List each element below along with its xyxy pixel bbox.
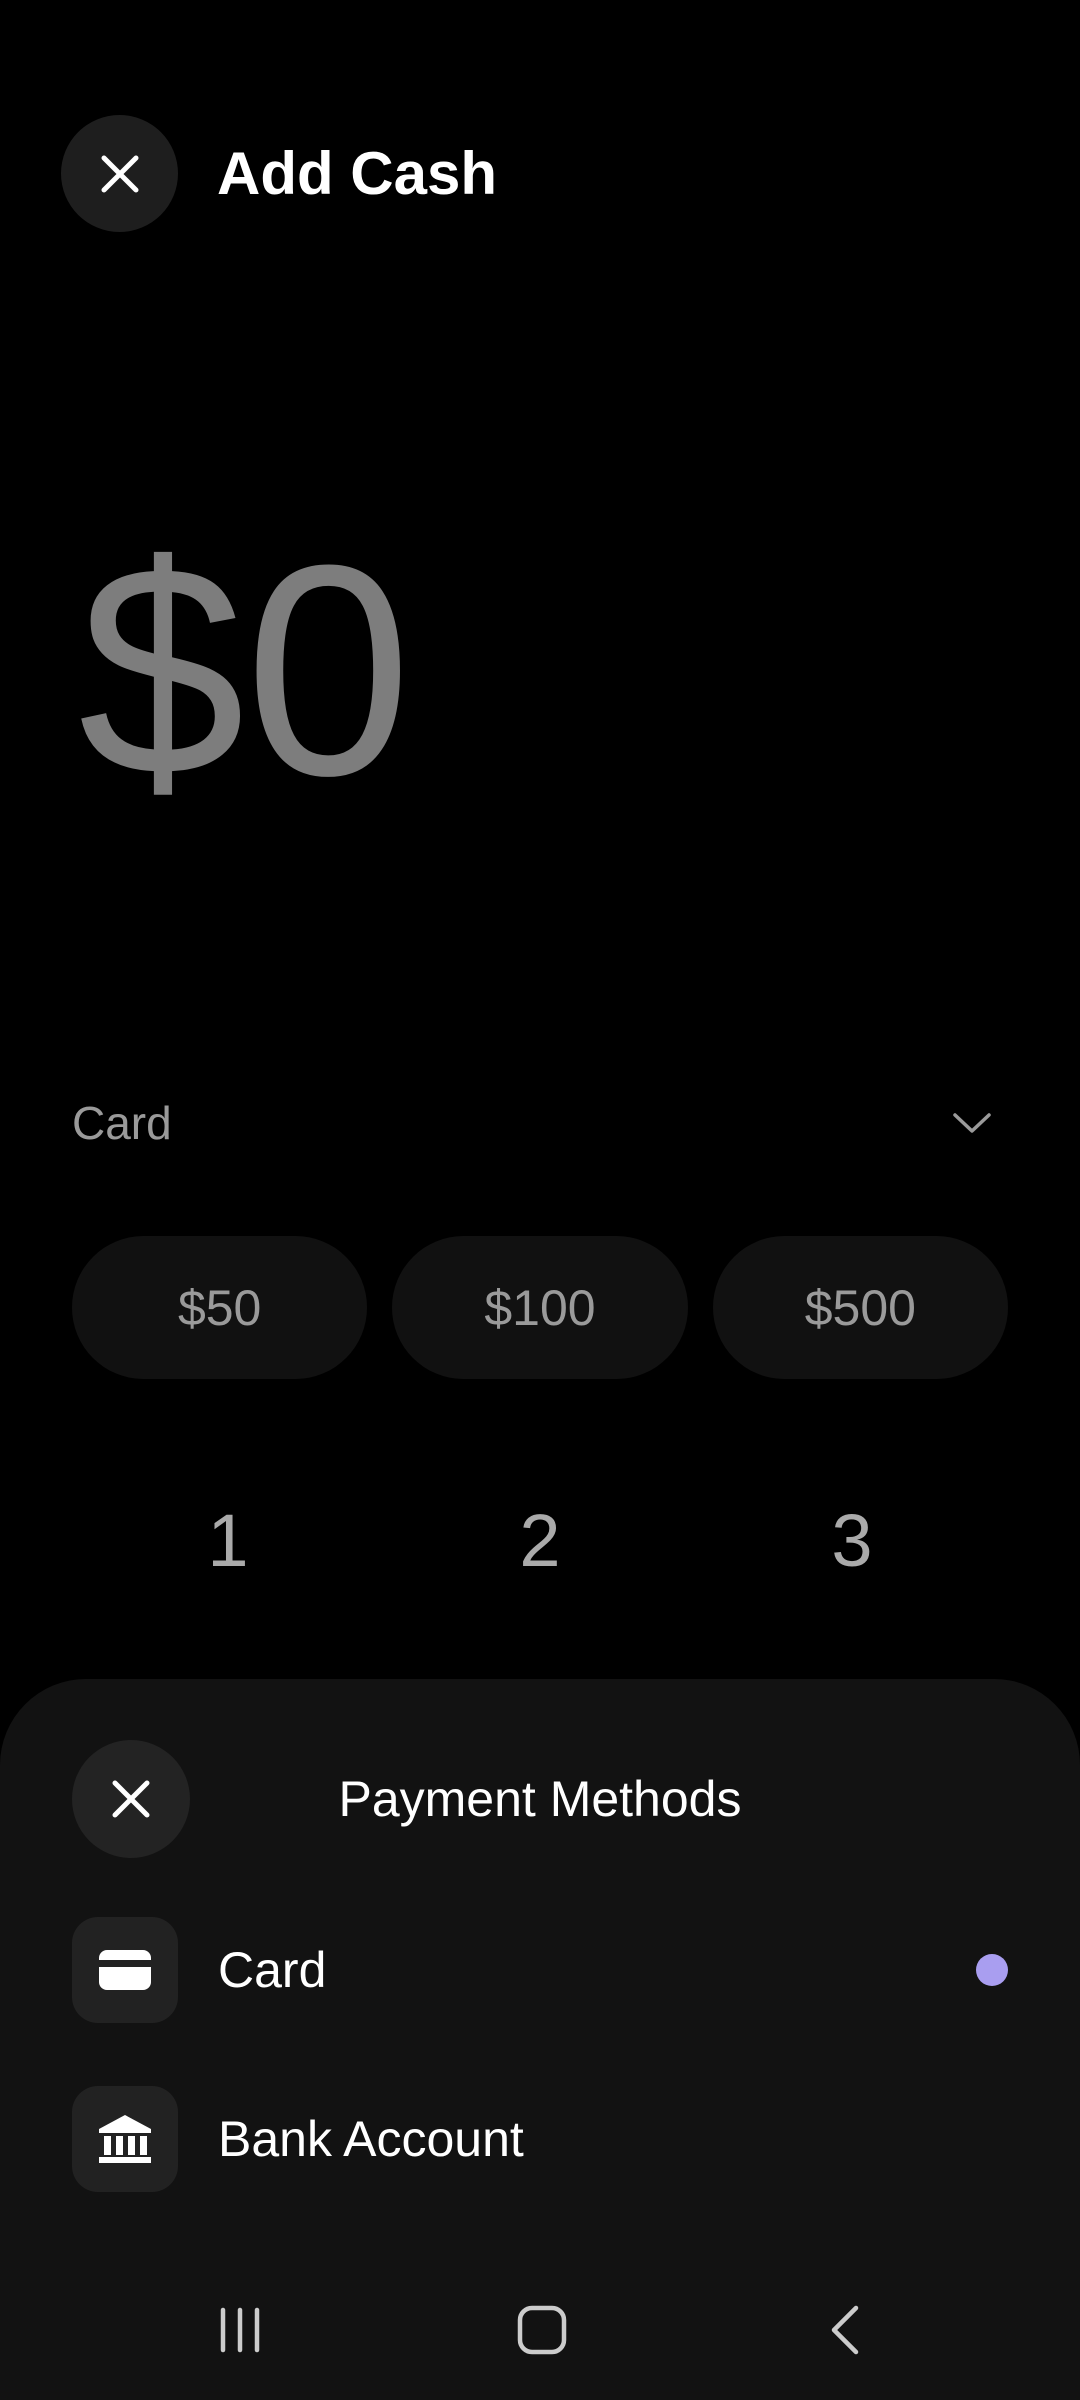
quick-amount-100-button[interactable]: $100 [392, 1236, 688, 1379]
quick-amount-50-button[interactable]: $50 [72, 1236, 368, 1379]
payment-option-bank-account[interactable]: Bank Account [72, 2085, 1008, 2193]
payment-method-selector[interactable]: Card [72, 1080, 1008, 1165]
keypad-key-1[interactable]: 1 [128, 1490, 328, 1590]
bank-icon [72, 2086, 178, 2192]
quick-amounts: $50 $100 $500 [72, 1236, 1008, 1379]
payment-method-label: Card [72, 1096, 172, 1149]
keypad-key-2[interactable]: 2 [440, 1490, 640, 1590]
system-nav-bar [0, 2270, 1080, 2390]
close-button[interactable] [61, 115, 178, 232]
credit-card-icon [72, 1917, 178, 2023]
close-icon [101, 155, 138, 192]
chevron-down-icon [948, 1099, 996, 1147]
selected-indicator [976, 1954, 1008, 1986]
keypad-key-3[interactable]: 3 [752, 1490, 952, 1590]
payment-methods-sheet: Payment Methods Card Bank Account [0, 1679, 1080, 2400]
recent-apps-icon[interactable] [190, 2290, 290, 2370]
sheet-title: Payment Methods [338, 1771, 742, 1827]
payment-option-label: Card [218, 1942, 327, 1998]
amount-display: $0 [78, 502, 412, 838]
payment-option-card[interactable]: Card [72, 1916, 1008, 2024]
payment-option-label: Bank Account [218, 2111, 524, 2167]
page-title: Add Cash [217, 140, 498, 207]
back-icon[interactable] [795, 2290, 895, 2370]
keypad-row: 1 2 3 [0, 1490, 1080, 1590]
home-icon[interactable] [492, 2290, 592, 2370]
quick-amount-500-button[interactable]: $500 [712, 1236, 1008, 1379]
